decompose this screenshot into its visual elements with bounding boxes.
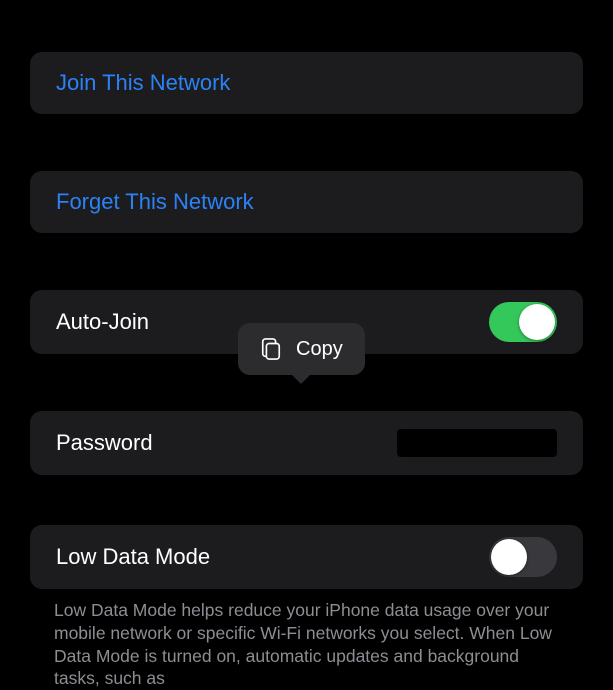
forget-network-button[interactable]: Forget This Network [30, 171, 583, 233]
forget-network-label: Forget This Network [56, 189, 254, 215]
low-data-mode-row: Low Data Mode [30, 525, 583, 589]
toggle-knob [519, 304, 555, 340]
copy-tooltip[interactable]: Copy [238, 323, 365, 375]
auto-join-label: Auto-Join [56, 309, 149, 335]
low-data-mode-toggle[interactable] [489, 537, 557, 577]
tooltip-arrow [291, 374, 311, 384]
low-data-mode-label: Low Data Mode [56, 544, 210, 570]
password-row[interactable]: Password [30, 411, 583, 475]
copy-tooltip-label: Copy [296, 338, 343, 361]
copy-icon [260, 337, 282, 361]
join-network-label: Join This Network [56, 70, 230, 96]
password-label: Password [56, 430, 153, 456]
low-data-mode-footer: Low Data Mode helps reduce your iPhone d… [30, 589, 583, 690]
join-network-button[interactable]: Join This Network [30, 52, 583, 114]
toggle-knob [491, 539, 527, 575]
password-value-hidden [397, 429, 557, 457]
auto-join-toggle[interactable] [489, 302, 557, 342]
